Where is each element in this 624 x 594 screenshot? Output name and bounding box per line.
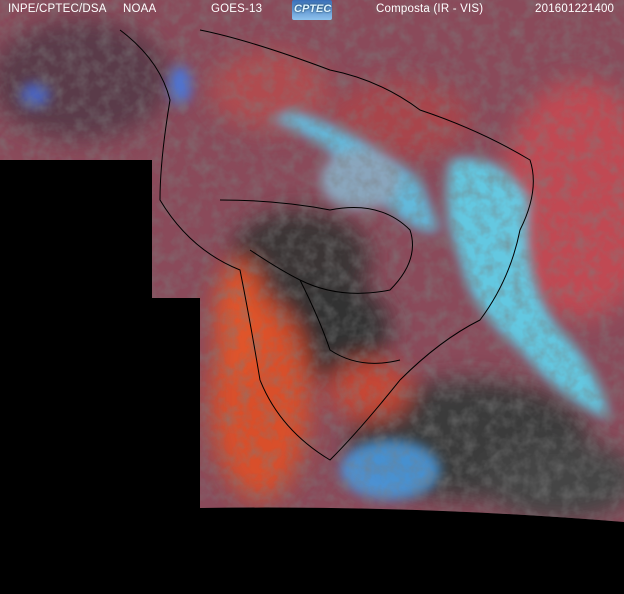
satellite-image-view: INPE/CPTEC/DSA NOAA GOES-13 CPTEC Compos… <box>0 0 624 594</box>
cptec-logo: CPTEC <box>292 0 332 20</box>
cptec-logo-text: CPTEC <box>294 3 332 15</box>
product-label: Composta (IR - VIS) <box>376 3 484 15</box>
satellite-composite-image <box>0 0 624 522</box>
timestamp-label: 201601221400 <box>535 3 615 15</box>
satellite-label: GOES-13 <box>211 3 263 15</box>
agency-label: NOAA <box>123 3 157 15</box>
institution-label: INPE/CPTEC/DSA <box>8 3 107 15</box>
